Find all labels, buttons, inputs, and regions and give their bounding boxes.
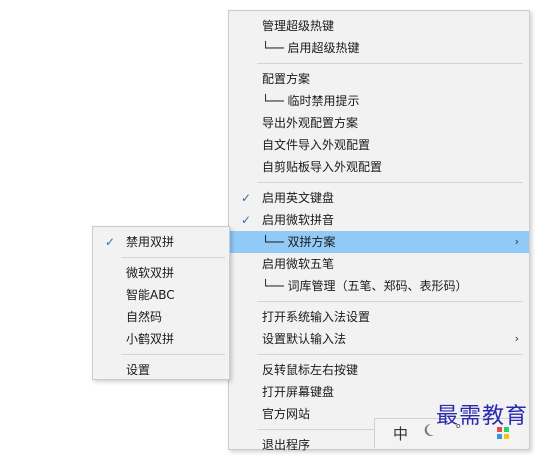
menu-item-disable-tips[interactable]: └── 临时禁用提示	[229, 90, 529, 112]
chevron-right-icon: ›	[514, 332, 519, 345]
check-icon: ✓	[240, 213, 252, 227]
menu-item-label: 设置	[126, 363, 151, 377]
menu-item-label: 退出程序	[262, 438, 311, 452]
menu-item-label: 启用英文键盘	[262, 191, 335, 205]
menu-separator	[257, 182, 523, 183]
menu-item-label: 自文件导入外观配置	[262, 138, 371, 152]
menu-item-label: 配置方案	[262, 72, 311, 86]
menu-item-label: 自然码	[126, 310, 163, 324]
check-icon: ✓	[104, 235, 116, 249]
menu-item-label: 设置默认输入法	[262, 332, 347, 346]
menu-item-english-keyboard[interactable]: ✓ 启用英文键盘	[229, 187, 529, 209]
menu-item-label: 反转鼠标左右按键	[262, 363, 359, 377]
menu-separator	[121, 354, 225, 355]
menu-separator	[257, 63, 523, 64]
menu-item-label: └── 临时禁用提示	[262, 94, 360, 108]
menu-item-open-ime-settings[interactable]: 打开系统输入法设置	[229, 306, 529, 328]
menu-item-label: 禁用双拼	[126, 235, 175, 249]
menu-separator	[257, 301, 523, 302]
menu-item-enable-hotkeys[interactable]: └── 启用超级热键	[229, 37, 529, 59]
menu-item-label: 官方网站	[262, 407, 311, 421]
menu-item-default-ime[interactable]: 设置默认输入法 ›	[229, 328, 529, 350]
menu-item-lexicon-manage[interactable]: └── 词库管理（五笔、郑码、表形码）	[229, 275, 529, 297]
submenu-item-settings[interactable]: 设置	[93, 359, 229, 381]
menu-item-label: 智能ABC	[126, 288, 175, 302]
watermark-text: 最需教育	[436, 404, 529, 429]
menu-item-export-appearance[interactable]: 导出外观配置方案	[229, 112, 529, 134]
submenu-item-disable-shuangpin[interactable]: ✓ 禁用双拼	[93, 231, 229, 253]
ime-mode-button[interactable]: 中	[393, 423, 408, 444]
menu-item-label: └── 双拼方案	[262, 235, 336, 249]
menu-item-label: 微软双拼	[126, 266, 175, 280]
menu-item-label: 管理超级热键	[262, 19, 335, 33]
menu-item-label: 打开屏幕键盘	[262, 385, 335, 399]
shuangpin-submenu: ✓ 禁用双拼 微软双拼 智能ABC 自然码 小鹤双拼 设置	[92, 226, 230, 380]
menu-item-import-file[interactable]: 自文件导入外观配置	[229, 134, 529, 156]
menu-item-label: 启用微软拼音	[262, 213, 335, 227]
menu-item-label: 启用微软五笔	[262, 257, 335, 271]
context-menu: 管理超级热键 └── 启用超级热键 配置方案 └── 临时禁用提示 导出外观配置…	[228, 10, 530, 452]
submenu-item-microsoft-shuangpin[interactable]: 微软双拼	[93, 262, 229, 284]
menu-separator	[121, 257, 225, 258]
menu-item-label: 自剪贴板导入外观配置	[262, 160, 383, 174]
menu-item-label: 小鹤双拼	[126, 332, 175, 346]
menu-item-swap-mouse[interactable]: 反转鼠标左右按键	[229, 359, 529, 381]
moon-icon[interactable]	[423, 423, 435, 441]
menu-item-label: 导出外观配置方案	[262, 116, 359, 130]
menu-item-config-scheme[interactable]: 配置方案	[229, 68, 529, 90]
submenu-item-ziranma[interactable]: 自然码	[93, 306, 229, 328]
menu-item-import-clipboard[interactable]: 自剪贴板导入外观配置	[229, 156, 529, 178]
submenu-item-smart-abc[interactable]: 智能ABC	[93, 284, 229, 306]
menu-item-shuangpin-scheme[interactable]: └── 双拼方案 ›	[229, 231, 529, 253]
menu-item-label: └── 启用超级热键	[262, 41, 360, 55]
submenu-item-xiaohe[interactable]: 小鹤双拼	[93, 328, 229, 350]
menu-item-manage-hotkeys[interactable]: 管理超级热键	[229, 15, 529, 37]
menu-item-microsoft-pinyin[interactable]: ✓ 启用微软拼音	[229, 209, 529, 231]
menu-item-label: └── 词库管理（五笔、郑码、表形码）	[262, 279, 468, 293]
check-icon: ✓	[240, 191, 252, 205]
menu-separator	[257, 354, 523, 355]
chevron-right-icon: ›	[514, 235, 519, 248]
menu-item-microsoft-wubi[interactable]: 启用微软五笔	[229, 253, 529, 275]
menu-item-label: 打开系统输入法设置	[262, 310, 371, 324]
